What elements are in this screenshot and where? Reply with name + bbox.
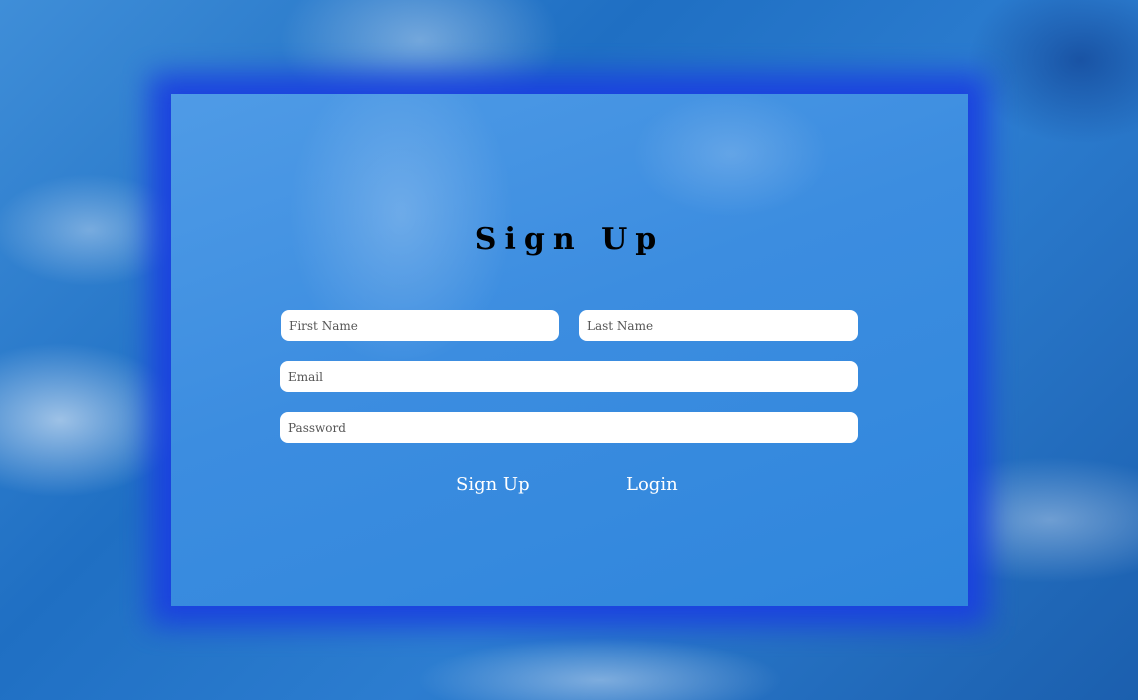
first-name-input[interactable]	[281, 310, 559, 341]
signup-card: Sign Up Sign Up Login	[171, 94, 968, 606]
password-input[interactable]	[280, 412, 858, 443]
login-button[interactable]: Login	[626, 474, 678, 495]
email-input[interactable]	[280, 361, 858, 392]
sign-up-button[interactable]: Sign Up	[456, 474, 530, 495]
last-name-input[interactable]	[579, 310, 858, 341]
page-title: Sign Up	[474, 222, 665, 257]
